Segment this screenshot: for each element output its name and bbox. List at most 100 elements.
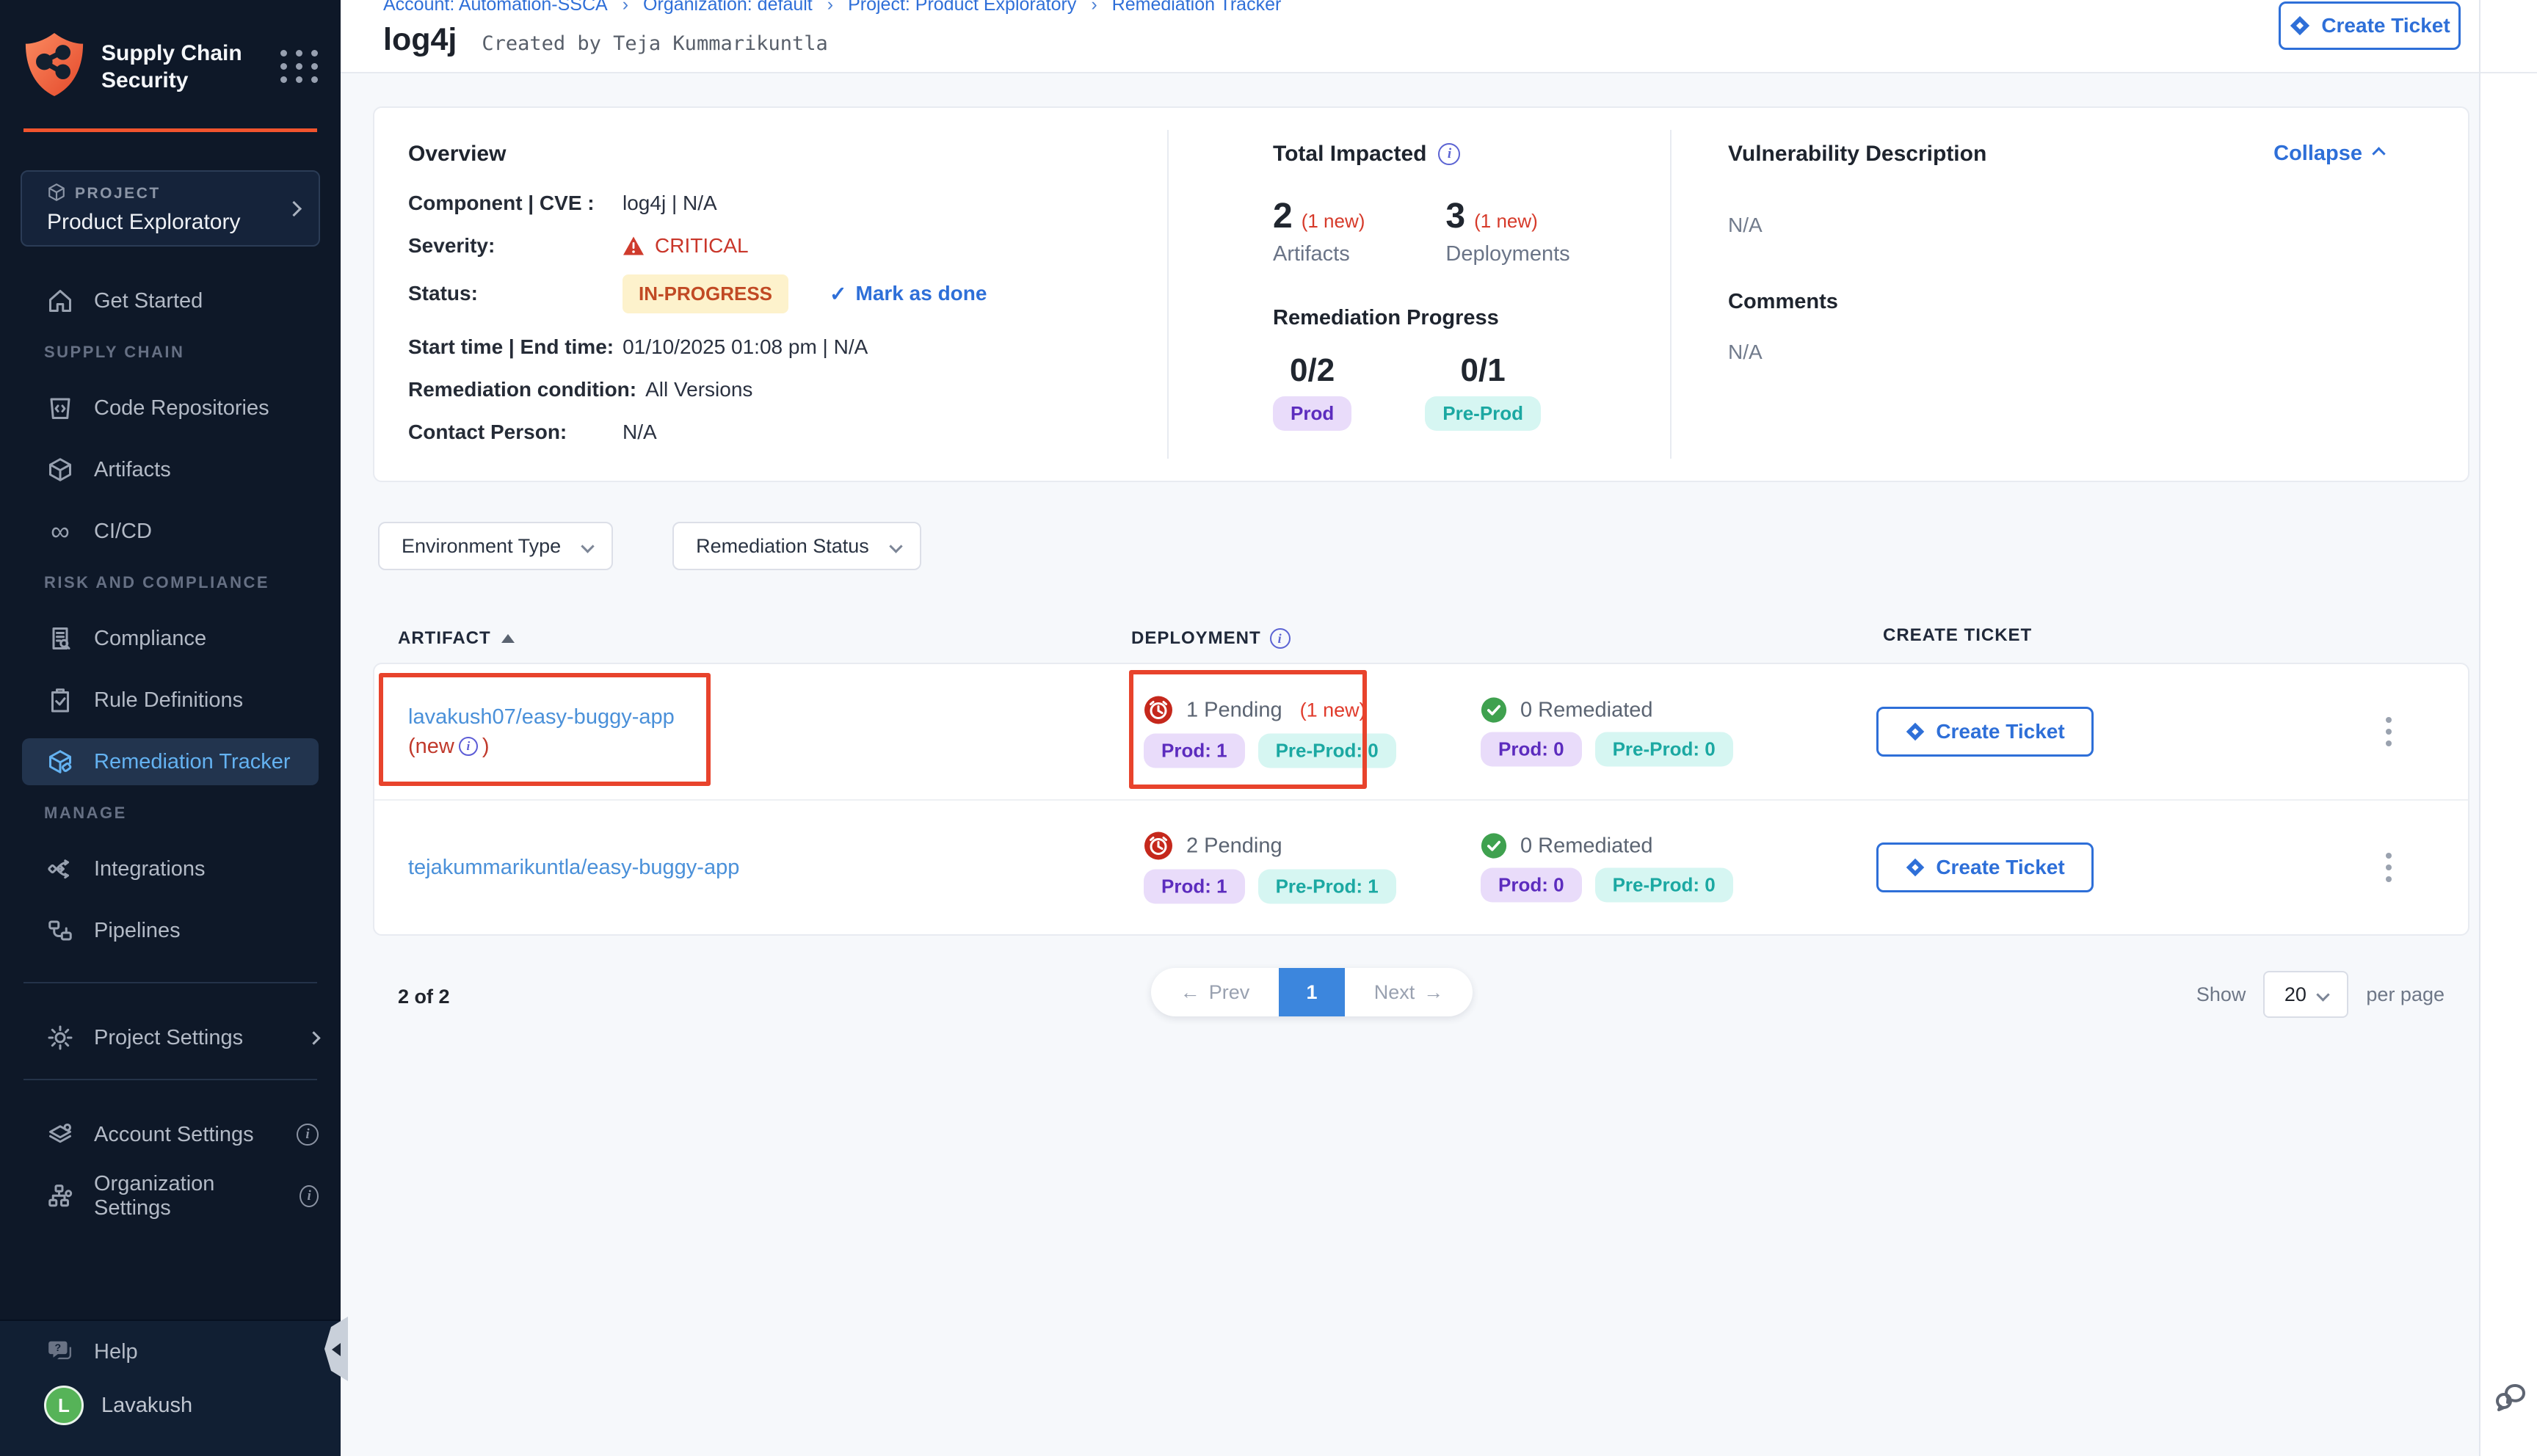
sidebar-item-label: Get Started	[94, 289, 203, 313]
artifact-link[interactable]: tejakummarikuntla/easy-buggy-app	[408, 853, 739, 882]
project-selector[interactable]: PROJECT Product Exploratory	[21, 170, 320, 247]
check-icon: ✓	[830, 282, 846, 306]
info-icon[interactable]: i	[300, 1185, 319, 1207]
pager: ← Prev 1 Next →	[1151, 968, 1473, 1016]
create-ticket-label: Create Ticket	[2321, 14, 2450, 37]
pending-clock-icon	[1144, 696, 1173, 725]
warning-triangle-icon	[623, 236, 645, 256]
severity-row: Severity: CRITICAL	[408, 231, 1150, 261]
pending-count: 2 Pending	[1186, 834, 1282, 858]
cube-icon	[44, 454, 76, 486]
column-header-artifact[interactable]: ARTIFACT	[398, 625, 515, 652]
sidebar-item-label: Organization Settings	[94, 1172, 264, 1220]
sidebar-item-artifacts[interactable]: Artifacts	[0, 446, 341, 493]
sidebar-item-project-settings[interactable]: Project Settings	[0, 1014, 341, 1061]
time-value: 01/10/2025 01:08 pm | N/A	[623, 335, 868, 359]
info-icon[interactable]: i	[459, 737, 478, 756]
project-name: Product Exploratory	[47, 210, 288, 235]
deployments-new-count: (1 new)	[1474, 210, 1538, 233]
sidebar-item-pipelines[interactable]: Pipelines	[0, 907, 341, 954]
info-icon[interactable]: i	[1438, 143, 1460, 165]
avatar: L	[44, 1386, 84, 1425]
environment-type-filter[interactable]: Environment Type	[378, 522, 613, 570]
support-chat-icon[interactable]	[2490, 1374, 2531, 1415]
home-icon	[44, 285, 76, 317]
sidebar-item-label: Project Settings	[94, 1026, 243, 1050]
sidebar-item-rule-definitions[interactable]: Rule Definitions	[0, 677, 341, 724]
create-ticket-button[interactable]: Create Ticket	[1876, 707, 2094, 757]
user-menu[interactable]: L Lavakush	[0, 1386, 341, 1425]
gear-icon	[44, 1022, 76, 1054]
vulnerability-description-heading: Vulnerability Description	[1728, 142, 1986, 167]
pending-new-count: (1 new)	[1300, 699, 1366, 721]
preprod-count-badge: Pre-Prod: 0	[1258, 734, 1396, 768]
remediation-status-filter[interactable]: Remediation Status	[672, 522, 921, 570]
sidebar-item-help[interactable]: ? Help	[0, 1328, 341, 1375]
prod-count-badge: Prod: 1	[1144, 870, 1245, 904]
collapse-arrow-icon	[332, 1343, 341, 1356]
sidebar-item-remediation-tracker[interactable]: Remediation Tracker	[22, 738, 319, 785]
page-number-active[interactable]: 1	[1279, 968, 1345, 1016]
breadcrumb-separator: ›	[827, 0, 833, 15]
sidebar-item-cicd[interactable]: CI/CD	[0, 508, 341, 555]
page-header: Account: Automation-SSCA › Organization:…	[341, 0, 2537, 73]
infinity-icon	[44, 515, 76, 547]
create-ticket-button[interactable]: Create Ticket	[2279, 1, 2461, 50]
vulnerability-description-value: N/A	[1728, 214, 2384, 237]
preprod-progress: 0/1 Pre-Prod	[1425, 352, 1541, 431]
sidebar-item-compliance[interactable]: Compliance	[0, 615, 341, 662]
sidebar-item-label: Rule Definitions	[94, 688, 243, 713]
page-size-select[interactable]: 20	[2263, 971, 2348, 1018]
app-logo-row: Supply Chain Security	[0, 0, 341, 103]
collapse-button[interactable]: Collapse	[2273, 142, 2384, 166]
sidebar-item-label: CI/CD	[94, 520, 152, 544]
brand-accent-divider	[23, 128, 317, 132]
table-row: tejakummarikuntla/easy-buggy-app 2 Pendi…	[374, 799, 2468, 934]
nav-divider	[23, 982, 317, 983]
help-chat-icon: ?	[44, 1336, 76, 1368]
pending-count: 1 Pending	[1186, 698, 1282, 722]
ticket-diamond-icon	[1905, 721, 1926, 742]
create-ticket-button[interactable]: Create Ticket	[1876, 842, 2094, 892]
per-page-label: per page	[2366, 983, 2445, 1006]
sidebar-item-code-repositories[interactable]: Code Repositories	[0, 385, 341, 432]
sidebar-item-label: Remediation Tracker	[94, 750, 291, 774]
breadcrumb-organization[interactable]: Organization: default	[643, 0, 813, 15]
breadcrumb-project[interactable]: Project: Product Exploratory	[848, 0, 1076, 15]
breadcrumb-account[interactable]: Account: Automation-SSCA	[383, 0, 608, 15]
results-count: 2 of 2	[398, 986, 450, 1008]
integrations-icon	[44, 853, 76, 885]
sidebar-item-organization-settings[interactable]: Organization Settings i	[0, 1173, 341, 1220]
pending-clock-icon	[1144, 831, 1173, 861]
deployment-cell: 1 Pending (1 new) Prod: 1 Pre-Prod: 0	[1144, 696, 1396, 768]
mark-as-done-button[interactable]: ✓ Mark as done	[830, 282, 987, 306]
row-menu-kebab-icon[interactable]	[2381, 848, 2396, 887]
next-page-button[interactable]: Next →	[1345, 981, 1473, 1004]
sidebar: Supply Chain Security PROJECT Product Ex…	[0, 0, 341, 1456]
sidebar-item-get-started[interactable]: Get Started	[0, 277, 341, 324]
chevron-down-icon	[889, 539, 902, 553]
row-menu-kebab-icon[interactable]	[2381, 713, 2396, 751]
chevron-right-icon	[307, 1031, 320, 1044]
info-icon[interactable]: i	[1270, 628, 1291, 649]
artifact-link[interactable]: lavakush07/easy-buggy-app	[408, 702, 675, 732]
preprod-count-badge: Pre-Prod: 0	[1595, 732, 1733, 767]
sidebar-item-account-settings[interactable]: Account Settings i	[0, 1111, 341, 1158]
sidebar-nav: Get Started SUPPLY CHAIN Code Repositori…	[0, 277, 341, 1220]
sidebar-item-integrations[interactable]: Integrations	[0, 845, 341, 892]
breadcrumb-current-page[interactable]: Remediation Tracker	[1112, 0, 1282, 15]
breadcrumb-separator: ›	[623, 0, 628, 15]
severity-value: CRITICAL	[655, 234, 749, 258]
condition-row: Remediation condition: All Versions	[408, 375, 1150, 404]
sidebar-item-label: Pipelines	[94, 919, 181, 943]
deployments-count: 3	[1445, 196, 1465, 236]
card-divider	[1670, 130, 1672, 459]
prev-page-button[interactable]: ← Prev	[1151, 981, 1279, 1004]
app-switcher-grid-icon[interactable]	[279, 47, 319, 87]
table-row: lavakush07/easy-buggy-app (new i ) 1 Pen…	[374, 664, 2468, 799]
page-title: log4j	[383, 22, 457, 58]
info-icon[interactable]: i	[297, 1124, 319, 1146]
ticket-diamond-icon	[2289, 15, 2311, 37]
nav-section-supply-chain: SUPPLY CHAIN	[44, 339, 341, 365]
document-search-icon	[44, 622, 76, 655]
